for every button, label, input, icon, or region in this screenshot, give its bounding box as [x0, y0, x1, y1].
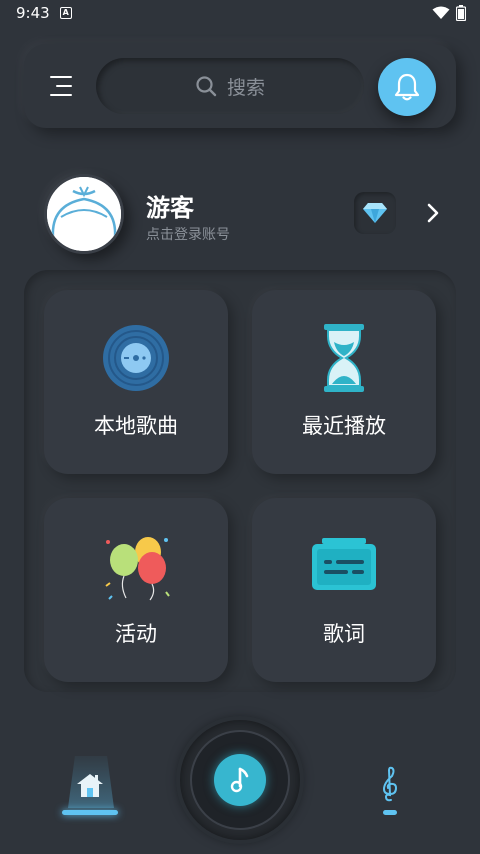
chevron-right-icon[interactable] — [426, 202, 440, 224]
diamond-icon — [363, 203, 387, 223]
avatar-face-icon — [47, 177, 121, 251]
player-button[interactable] — [214, 754, 266, 806]
search-placeholder: 搜索 — [226, 76, 265, 99]
profile-section[interactable]: 游客 点击登录账号 — [44, 172, 464, 256]
nav-inactive-indicator — [383, 810, 397, 815]
tile-label: 最近播放 — [302, 414, 386, 438]
tile-lyrics[interactable]: 歌词 — [252, 498, 436, 682]
status-time: 9:43 — [16, 4, 50, 22]
tile-activities[interactable]: 活动 — [44, 498, 228, 682]
search-input[interactable]: 搜索 — [96, 58, 364, 114]
tile-label: 歌词 — [323, 622, 365, 646]
tile-local-songs[interactable]: 本地歌曲 — [44, 290, 228, 474]
login-prompt[interactable]: 点击登录账号 — [146, 224, 230, 244]
wifi-icon — [432, 6, 450, 19]
nav-music[interactable] — [372, 762, 408, 822]
balloons-icon — [105, 537, 170, 601]
search-icon — [196, 76, 217, 97]
battery-icon — [456, 5, 466, 21]
menu-icon[interactable] — [46, 72, 78, 100]
home-icon — [77, 774, 103, 797]
hourglass-icon — [324, 324, 364, 392]
avatar[interactable] — [44, 174, 124, 254]
feature-grid: 本地歌曲 最近播放 活动 歌词 — [24, 270, 456, 692]
top-bar: 搜索 — [24, 44, 456, 128]
bottom-nav — [0, 706, 480, 854]
nav-home[interactable] — [60, 756, 120, 820]
tile-recent-play[interactable]: 最近播放 — [252, 290, 436, 474]
status-bar: 9:43 A — [0, 0, 480, 26]
tile-label: 本地歌曲 — [94, 414, 178, 438]
notification-indicator: A — [59, 7, 72, 19]
tile-label: 活动 — [115, 622, 157, 646]
nav-active-indicator — [62, 810, 118, 815]
profile-name: 游客 — [146, 194, 194, 222]
player-disc[interactable] — [180, 720, 300, 840]
vip-button[interactable] — [354, 192, 396, 234]
treble-clef-icon — [382, 766, 398, 802]
bell-icon — [394, 73, 420, 101]
vinyl-disc-icon — [103, 325, 169, 391]
music-note-icon — [230, 767, 249, 793]
lyrics-screen-icon — [312, 538, 376, 590]
notification-button[interactable] — [378, 58, 436, 116]
